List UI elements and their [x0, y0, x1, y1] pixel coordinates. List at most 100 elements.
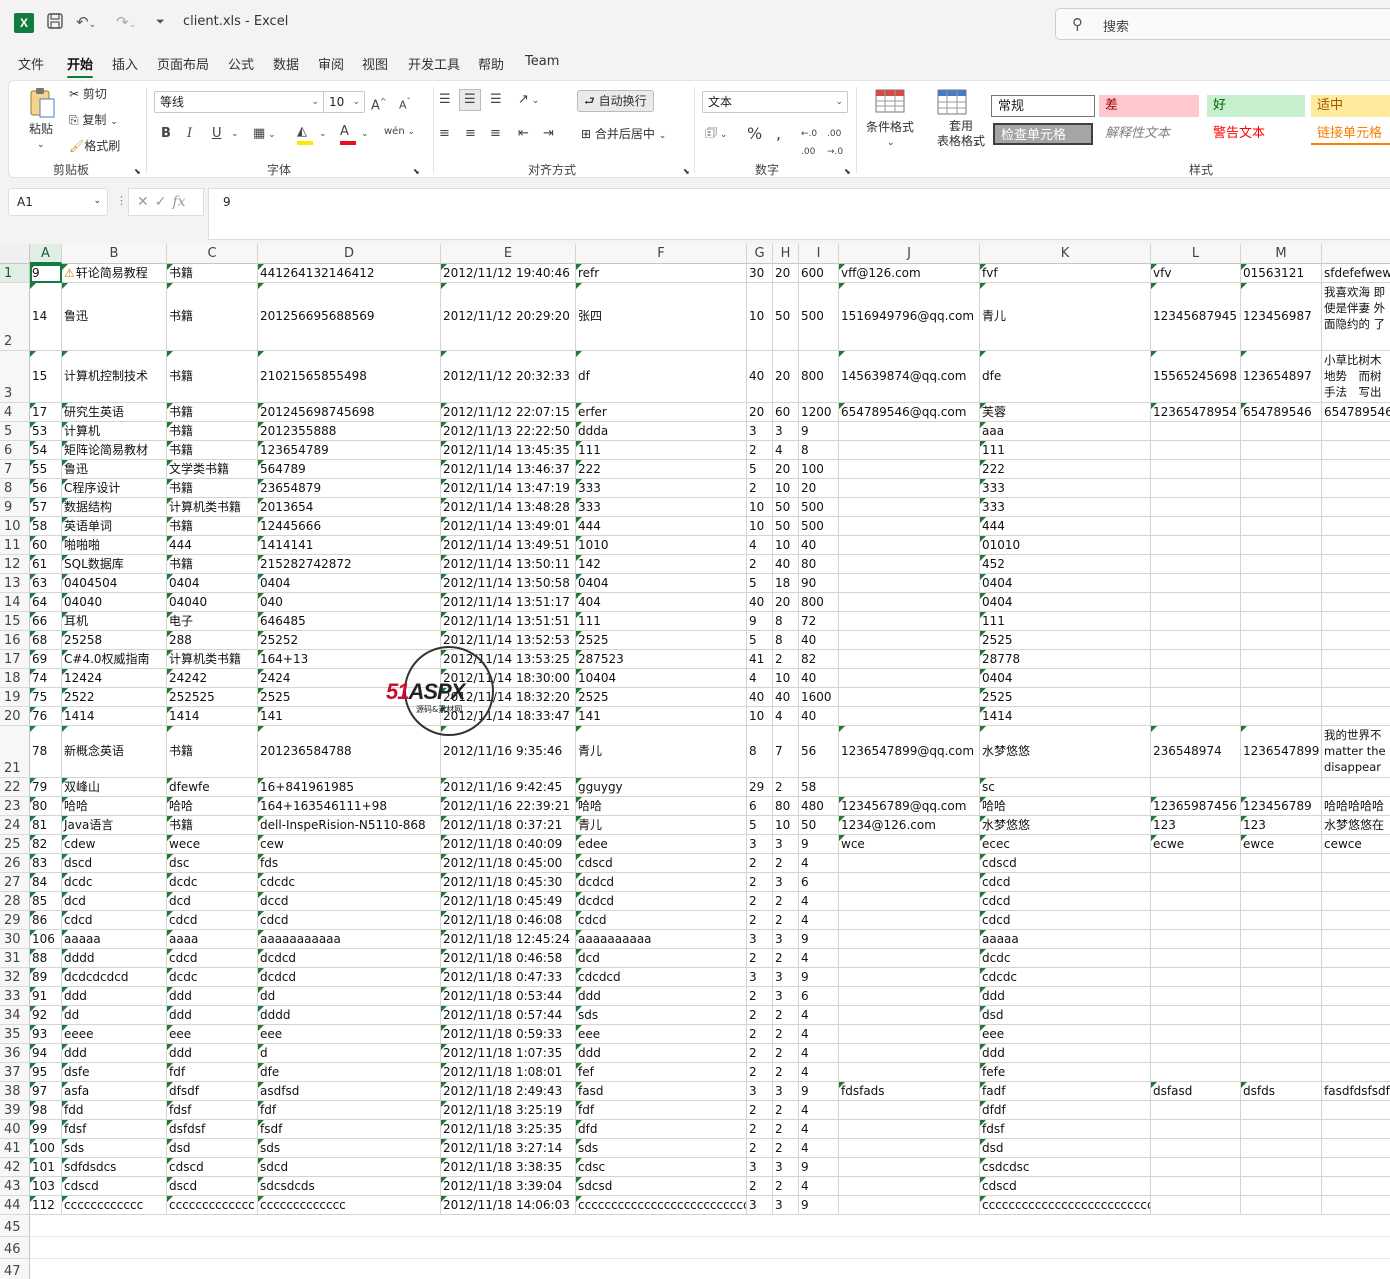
table-cell[interactable]: 3 [773, 1158, 799, 1177]
table-cell[interactable]: dcdcdcdcd [62, 968, 167, 987]
table-cell[interactable]: ddd [167, 1044, 258, 1063]
table-cell[interactable]: 4 [799, 892, 839, 911]
table-cell[interactable]: 201245698745698 [258, 403, 441, 422]
table-cell[interactable] [1151, 441, 1241, 460]
table-cell[interactable]: 2012/11/16 22:39:21 [441, 797, 576, 816]
row-header[interactable]: 15 [0, 612, 30, 631]
table-cell[interactable]: 333 [576, 479, 747, 498]
table-cell[interactable]: 2012/11/18 0:47:33 [441, 968, 576, 987]
table-cell[interactable]: 2525 [576, 688, 747, 707]
table-cell[interactable] [839, 1063, 980, 1082]
table-cell[interactable] [1151, 1025, 1241, 1044]
table-cell[interactable]: 0404 [167, 574, 258, 593]
table-cell[interactable]: C#4.0权威指南 [62, 650, 167, 669]
worksheet-grid[interactable]: ABCDEFGHIJKLM 1 9 ⚠ 轩论简易教程 书籍 441264132146412… [0, 244, 1390, 1279]
table-cell[interactable]: 2525 [980, 688, 1151, 707]
table-cell[interactable] [1322, 778, 1390, 797]
table-cell[interactable]: 9 [799, 835, 839, 854]
table-cell[interactable] [839, 688, 980, 707]
table-cell[interactable]: 书籍 [167, 726, 258, 778]
row-header[interactable]: 38 [0, 1082, 30, 1101]
table-cell[interactable] [1322, 631, 1390, 650]
row-header[interactable]: 34 [0, 1006, 30, 1025]
table-cell[interactable]: 2525 [980, 631, 1151, 650]
tab-page-layout[interactable]: 页面布局 [157, 54, 209, 73]
table-cell[interactable]: fadf [980, 1082, 1151, 1101]
font-color-icon[interactable]: A [340, 123, 356, 145]
table-cell[interactable]: fef [576, 1063, 747, 1082]
table-cell[interactable]: 25258 [62, 631, 167, 650]
table-cell[interactable]: 2012/11/18 0:45:49 [441, 892, 576, 911]
table-cell[interactable]: dsfds [1241, 1082, 1322, 1101]
search-box[interactable]: ⚲ 搜索 [1055, 8, 1390, 40]
table-cell[interactable]: 2012/11/18 0:46:58 [441, 949, 576, 968]
table-cell[interactable] [1241, 498, 1322, 517]
table-cell[interactable]: 21021565855498 [258, 351, 441, 403]
table-cell[interactable]: dcdcd [258, 968, 441, 987]
table-cell[interactable] [1322, 1120, 1390, 1139]
column-header[interactable]: C [167, 244, 258, 264]
table-cell[interactable]: fdf [258, 1101, 441, 1120]
table-cell[interactable]: dcd [167, 892, 258, 911]
row-header[interactable]: 33 [0, 987, 30, 1006]
table-cell[interactable]: 800 [799, 351, 839, 403]
table-cell[interactable]: 2012/11/18 3:27:14 [441, 1139, 576, 1158]
tab-help[interactable]: 帮助 [478, 54, 504, 73]
table-cell[interactable]: dsfe [62, 1063, 167, 1082]
table-cell[interactable] [1151, 1177, 1241, 1196]
table-cell[interactable]: 564789 [258, 460, 441, 479]
column-header[interactable]: F [576, 244, 747, 264]
table-cell[interactable] [1151, 778, 1241, 797]
table-cell[interactable] [1322, 1006, 1390, 1025]
table-cell[interactable]: eeee [62, 1025, 167, 1044]
table-cell[interactable]: 2 [747, 1063, 773, 1082]
table-cell[interactable]: 82 [799, 650, 839, 669]
table-cell[interactable]: 4 [799, 1044, 839, 1063]
table-cell[interactable]: cewce [1322, 835, 1390, 854]
table-cell[interactable]: fdf [576, 1101, 747, 1120]
table-cell[interactable]: sdcsd [576, 1177, 747, 1196]
table-cell[interactable]: fdsf [980, 1120, 1151, 1139]
table-cell[interactable]: dcdcd [576, 892, 747, 911]
table-cell[interactable]: cdcdcd [576, 968, 747, 987]
table-cell[interactable] [1322, 555, 1390, 574]
table-cell[interactable]: 双峰山 [62, 778, 167, 797]
table-cell[interactable] [1322, 574, 1390, 593]
table-cell[interactable]: 30 [747, 264, 773, 283]
table-cell[interactable] [839, 1101, 980, 1120]
table-cell[interactable]: 9 [799, 1158, 839, 1177]
table-cell[interactable]: aaaaa [980, 930, 1151, 949]
row-header[interactable]: 24 [0, 816, 30, 835]
table-cell[interactable] [839, 873, 980, 892]
table-cell[interactable] [839, 707, 980, 726]
table-cell[interactable]: 哈哈 [167, 797, 258, 816]
table-cell[interactable]: 2012/11/18 0:37:21 [441, 816, 576, 835]
table-cell[interactable]: 84 [30, 873, 62, 892]
table-cell[interactable]: 2 [773, 1101, 799, 1120]
row-header[interactable]: 46 [0, 1237, 30, 1259]
table-cell[interactable]: 18 [773, 574, 799, 593]
table-cell[interactable]: 215282742872 [258, 555, 441, 574]
table-cell[interactable]: 54 [30, 441, 62, 460]
table-cell[interactable]: ddd [980, 987, 1151, 1006]
table-cell[interactable]: 444 [980, 517, 1151, 536]
table-cell[interactable]: 哈哈 [62, 797, 167, 816]
table-cell[interactable]: ddd [980, 1044, 1151, 1063]
table-cell[interactable]: fvf [980, 264, 1151, 283]
table-cell[interactable]: cdscd [167, 1158, 258, 1177]
row-header[interactable]: 21 [0, 726, 30, 778]
table-cell[interactable] [1322, 707, 1390, 726]
table-cell[interactable] [1151, 612, 1241, 631]
table-cell[interactable]: fdf [167, 1063, 258, 1082]
table-cell[interactable] [1241, 1158, 1322, 1177]
row-header[interactable]: 9 [0, 498, 30, 517]
table-cell[interactable] [1322, 1044, 1390, 1063]
table-cell[interactable]: fdsfads [839, 1082, 980, 1101]
table-cell[interactable]: 58 [30, 517, 62, 536]
table-cell[interactable]: 4 [747, 536, 773, 555]
table-cell[interactable]: vfv [1151, 264, 1241, 283]
wrap-text-button[interactable]: ⮐ 自动换行 [577, 90, 654, 112]
table-cell[interactable]: 书籍 [167, 441, 258, 460]
table-cell[interactable]: 书籍 [167, 283, 258, 351]
table-cell[interactable]: 计算机类书籍 [167, 498, 258, 517]
